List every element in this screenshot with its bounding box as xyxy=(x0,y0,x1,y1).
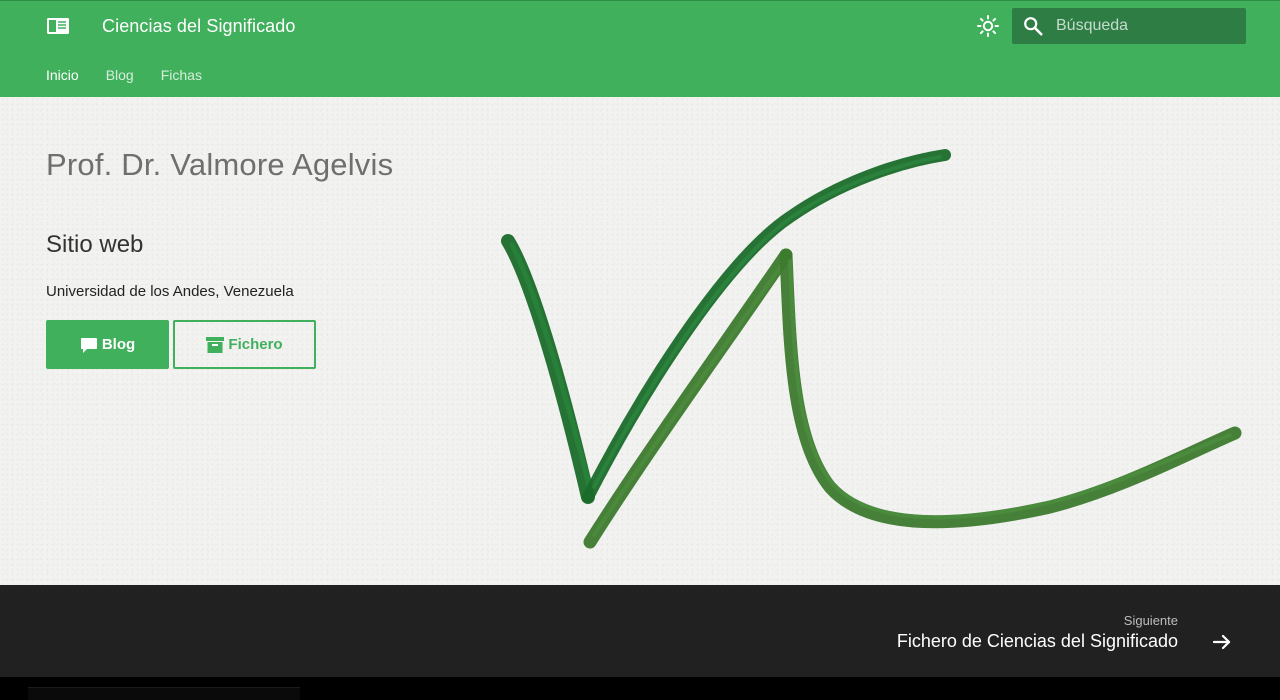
hero-title: Prof. Dr. Valmore Agelvis xyxy=(46,147,394,182)
blog-button-label: Blog xyxy=(101,336,136,353)
arrow-right-icon[interactable] xyxy=(1210,630,1234,654)
fichero-button[interactable]: Fichero xyxy=(173,320,316,369)
search-input[interactable] xyxy=(1056,8,1242,44)
archive-icon xyxy=(206,336,225,353)
signature-monogram xyxy=(501,149,1242,549)
bottom-bar xyxy=(28,687,300,700)
hero-subtitle: Sitio web xyxy=(46,231,144,258)
top-header: Ciencias del Significado Inicio Blog Fic… xyxy=(0,0,1280,97)
nav-tabs: Inicio Blog Fichas xyxy=(46,67,229,87)
search-box[interactable] xyxy=(1012,8,1246,44)
footer-nav: Siguiente Fichero de Ciencias del Signif… xyxy=(0,585,1280,677)
comment-icon xyxy=(80,337,97,353)
tab-inicio[interactable]: Inicio xyxy=(46,67,79,87)
next-label: Siguiente xyxy=(1123,613,1178,628)
book-icon[interactable] xyxy=(46,16,70,36)
tab-blog[interactable]: Blog xyxy=(106,67,134,87)
sun-icon[interactable] xyxy=(976,14,1000,38)
blog-button[interactable]: Blog xyxy=(46,320,169,369)
next-page-link[interactable]: Fichero de Ciencias del Significado xyxy=(897,631,1178,652)
tab-fichas[interactable]: Fichas xyxy=(161,67,202,87)
search-icon xyxy=(1024,17,1043,36)
fichero-button-label: Fichero xyxy=(228,336,283,353)
hero-affiliation: Universidad de los Andes, Venezuela xyxy=(46,283,294,300)
site-title[interactable]: Ciencias del Significado xyxy=(102,16,296,37)
hero-section: Prof. Dr. Valmore Agelvis Sitio web Univ… xyxy=(0,97,1280,585)
